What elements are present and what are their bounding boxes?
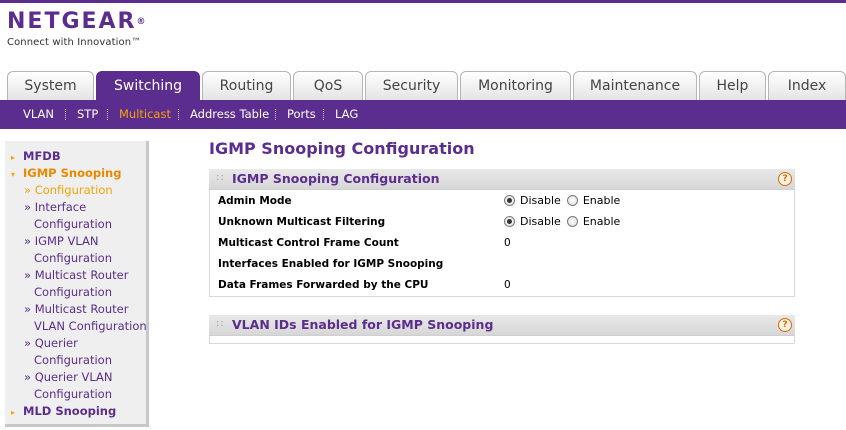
panel-header: :: IGMP Snooping Configuration ? <box>209 169 795 190</box>
data-frames-forwarded-label: Data Frames Forwarded by the CPU <box>218 279 429 291</box>
subnav-vlan[interactable]: VLAN <box>23 100 54 129</box>
interfaces-enabled-row: Interfaces Enabled for IGMP Snooping <box>210 254 794 275</box>
unknown-multicast-enable-label[interactable]: Enable <box>583 215 620 228</box>
tab-system[interactable]: System <box>7 71 94 101</box>
brand-tm: ® <box>136 17 148 27</box>
admin-mode-enable-radio[interactable] <box>566 195 578 206</box>
tab-help[interactable]: Help <box>699 71 766 101</box>
sidebar-item-mld-snooping[interactable]: ▸ MLD Snooping <box>11 404 116 420</box>
admin-mode-label: Admin Mode <box>218 195 292 207</box>
vlan-ids-panel: :: VLAN IDs Enabled for IGMP Snooping ? <box>209 315 795 344</box>
subnav-stp[interactable]: STP <box>77 100 98 129</box>
sidebar-item-multicast-router-configuration[interactable]: » Multicast Router <box>24 268 128 282</box>
sidebar-item-igmp-vlan-configuration-line2[interactable]: Configuration <box>34 251 112 265</box>
sidebar-item-querier-configuration-line2[interactable]: Configuration <box>34 353 112 367</box>
admin-mode-row: Admin Mode Disable Enable <box>210 191 794 212</box>
data-frames-forwarded-value: 0 <box>504 279 511 291</box>
unknown-multicast-enable-radio[interactable] <box>566 216 578 227</box>
igmp-config-panel: :: IGMP Snooping Configuration ? Admin M… <box>209 169 795 297</box>
admin-mode-enable-label[interactable]: Enable <box>583 194 620 207</box>
main-tabs: System Switching Routing QoS Security Mo… <box>7 71 846 102</box>
interfaces-enabled-label: Interfaces Enabled for IGMP Snooping <box>218 258 444 270</box>
tab-index[interactable]: Index <box>768 71 846 101</box>
help-icon[interactable]: ? <box>778 172 792 186</box>
subnav-multicast[interactable]: Multicast <box>119 100 171 129</box>
netgear-logo: NETGEAR® Connect with Innovation™ <box>7 9 148 49</box>
chevron-right-icon: ▸ <box>11 408 16 417</box>
subnav-lag[interactable]: LAG <box>335 100 358 129</box>
unknown-multicast-disable-label[interactable]: Disable <box>520 215 561 228</box>
admin-mode-disable-radio[interactable] <box>504 195 515 206</box>
sidebar-item-interface-configuration[interactable]: » Interface <box>24 200 86 214</box>
page-title: IGMP Snooping Configuration <box>209 139 475 158</box>
panel-body: Admin Mode Disable Enable Unknown Multic… <box>209 190 795 297</box>
subnav-divider <box>178 109 179 120</box>
sub-navigation: VLAN STP Multicast Address Table Ports L… <box>0 100 846 129</box>
chevron-down-icon: ▾ <box>11 170 16 179</box>
subnav-divider <box>275 109 276 120</box>
unknown-multicast-filtering-radio-group: Disable Enable <box>504 215 626 228</box>
panel-header: :: VLAN IDs Enabled for IGMP Snooping ? <box>209 315 795 336</box>
panel-title: IGMP Snooping Configuration <box>232 171 440 186</box>
unknown-multicast-disable-radio[interactable] <box>504 216 515 227</box>
multicast-control-frame-count-label: Multicast Control Frame Count <box>218 237 399 249</box>
sidebar-item-configuration[interactable]: » Configuration <box>24 183 113 197</box>
subnav-ports[interactable]: Ports <box>287 100 316 129</box>
grip-icon: :: <box>216 318 225 329</box>
subnav-address-table[interactable]: Address Table <box>190 100 269 129</box>
sidebar-item-multicast-router-configuration-line2[interactable]: Configuration <box>34 285 112 299</box>
grip-icon: :: <box>216 172 225 183</box>
subnav-divider <box>323 109 324 120</box>
tab-routing[interactable]: Routing <box>202 71 291 101</box>
subnav-divider <box>65 109 66 120</box>
tab-monitoring[interactable]: Monitoring <box>460 71 571 101</box>
panel-title: VLAN IDs Enabled for IGMP Snooping <box>232 317 494 332</box>
tab-qos[interactable]: QoS <box>293 71 363 101</box>
sidebar-item-mfdb[interactable]: ▸ MFDB <box>11 149 61 165</box>
multicast-control-frame-count-row: Multicast Control Frame Count 0 <box>210 233 794 254</box>
brand-name: NETGEAR <box>7 9 137 34</box>
sidebar-item-querier-configuration[interactable]: » Querier <box>24 336 78 350</box>
brand-tagline: Connect with Innovation™ <box>7 37 142 48</box>
tab-switching[interactable]: Switching <box>96 71 200 102</box>
sidebar-item-querier-vlan-configuration-line2[interactable]: Configuration <box>34 387 112 401</box>
panel-body <box>209 336 795 344</box>
multicast-control-frame-count-value: 0 <box>504 237 511 249</box>
sidebar-item-interface-configuration-line2[interactable]: Configuration <box>34 217 112 231</box>
tab-security[interactable]: Security <box>365 71 458 101</box>
subnav-divider <box>107 109 108 120</box>
admin-mode-radio-group: Disable Enable <box>504 194 626 207</box>
sidebar-item-igmp-vlan-configuration[interactable]: » IGMP VLAN <box>24 234 99 248</box>
admin-mode-disable-label[interactable]: Disable <box>520 194 561 207</box>
unknown-multicast-filtering-label: Unknown Multicast Filtering <box>218 216 386 228</box>
sidebar-item-multicast-router-vlan-configuration-line2[interactable]: VLAN Configuration <box>34 319 147 333</box>
unknown-multicast-filtering-row: Unknown Multicast Filtering Disable Enab… <box>210 212 794 233</box>
help-icon[interactable]: ? <box>778 318 792 332</box>
tab-maintenance[interactable]: Maintenance <box>573 71 697 101</box>
sidebar-menu: ▸ MFDB ▾ IGMP Snooping » Configuration » I… <box>5 141 149 427</box>
sidebar-item-querier-vlan-configuration[interactable]: » Querier VLAN <box>24 370 113 384</box>
chevron-right-icon: ▸ <box>11 153 16 162</box>
sidebar-item-multicast-router-vlan-configuration[interactable]: » Multicast Router <box>24 302 128 316</box>
sidebar-item-igmp-snooping[interactable]: ▾ IGMP Snooping <box>11 166 121 182</box>
data-frames-forwarded-row: Data Frames Forwarded by the CPU 0 <box>210 275 794 296</box>
top-rule <box>0 0 846 3</box>
